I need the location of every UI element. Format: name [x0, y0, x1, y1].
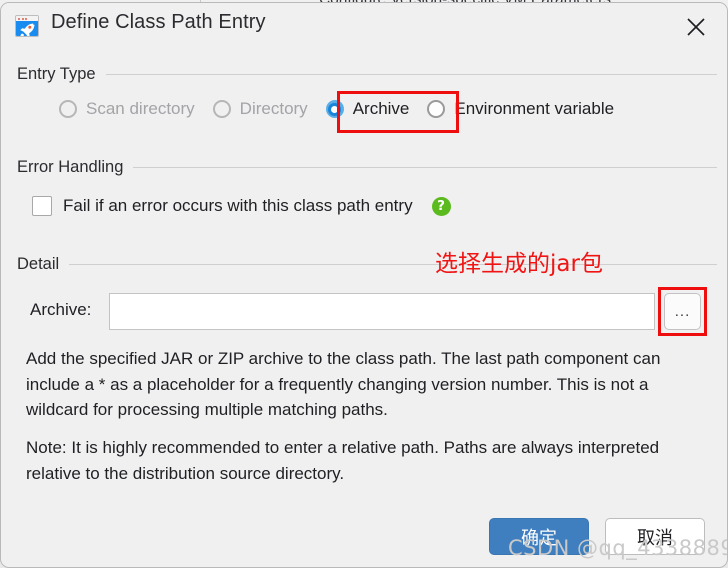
section-divider	[133, 167, 717, 168]
radio-scan-directory-label: Scan directory	[86, 99, 195, 118]
fail-on-error-checkbox[interactable]	[32, 196, 52, 216]
rocket-glyph	[20, 23, 35, 36]
dialog-titlebar: Define Class Path Entry	[1, 3, 727, 49]
fail-on-error-row: Fail if an error occurs with this class …	[32, 196, 451, 216]
radio-circle-icon	[427, 100, 446, 118]
section-entry-type: Entry Type	[17, 65, 717, 84]
archive-input[interactable]	[109, 293, 655, 330]
close-icon[interactable]	[673, 9, 719, 45]
browse-archive-button[interactable]: ...	[664, 293, 701, 330]
radio-circle-icon	[59, 100, 77, 118]
icon-dot-1	[18, 17, 20, 20]
archive-description-text: Add the specified JAR or ZIP archive to …	[26, 349, 661, 419]
section-divider	[105, 74, 717, 75]
help-icon[interactable]: ?	[431, 196, 451, 216]
entry-type-radio-group: Scan directory Directory Archive Environ…	[59, 99, 614, 119]
archive-note-text: Note: It is highly recommended to enter …	[26, 438, 660, 483]
chinese-annotation-note: 选择生成的jar包	[435, 251, 603, 277]
radio-archive[interactable]: Archive	[325, 99, 410, 119]
fail-on-error-label: Fail if an error occurs with this class …	[63, 196, 413, 215]
radio-environment-variable[interactable]: Environment variable	[427, 99, 614, 119]
radio-directory-label: Directory	[239, 99, 308, 118]
icon-dot-2	[21, 17, 24, 20]
ok-button[interactable]: 确定	[489, 518, 589, 555]
cancel-button[interactable]: 取消	[605, 518, 705, 555]
section-detail-label: Detail	[17, 255, 60, 273]
section-error-handling-label: Error Handling	[17, 158, 124, 176]
radio-directory[interactable]: Directory	[212, 99, 308, 119]
section-error-handling: Error Handling	[17, 158, 717, 177]
icon-dot-3	[25, 17, 27, 20]
dialog-title: Define Class Path Entry	[51, 11, 266, 33]
section-detail: Detail	[17, 255, 717, 274]
define-class-path-entry-dialog: Define Class Path Entry Entry Type Scan …	[0, 2, 728, 568]
radio-archive-label: Archive	[352, 99, 410, 118]
section-entry-type-label: Entry Type	[17, 65, 96, 83]
radio-circle-selected-icon	[325, 100, 344, 118]
archive-field-label: Archive:	[30, 300, 92, 319]
radio-scan-directory[interactable]: Scan directory	[59, 99, 195, 119]
section-divider	[69, 264, 717, 265]
radio-circle-icon	[212, 100, 231, 118]
rocket-window-icon	[15, 15, 39, 37]
radio-environment-variable-label: Environment variable	[454, 99, 615, 118]
